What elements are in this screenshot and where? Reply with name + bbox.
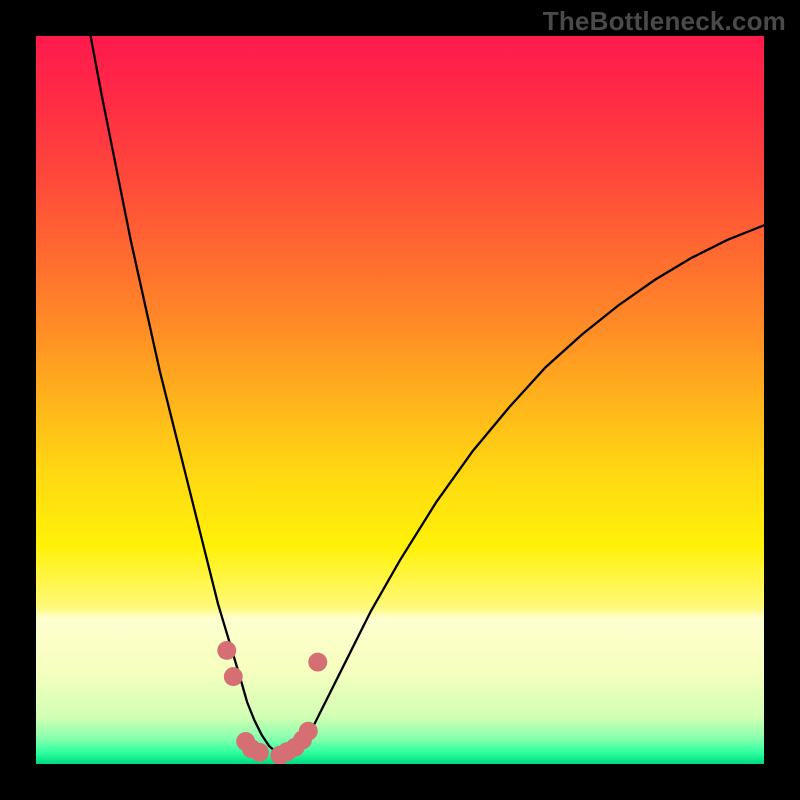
curve-marker	[299, 722, 318, 741]
curve-layer	[36, 36, 764, 764]
curve-marker	[224, 667, 243, 686]
curve-marker	[250, 743, 269, 762]
watermark-text: TheBottleneck.com	[543, 6, 786, 37]
curve-marker	[217, 641, 236, 660]
curve-marker	[308, 653, 327, 672]
chart-frame: TheBottleneck.com	[0, 0, 800, 800]
plot-area	[36, 36, 764, 764]
bottleneck-curve	[91, 36, 764, 755]
